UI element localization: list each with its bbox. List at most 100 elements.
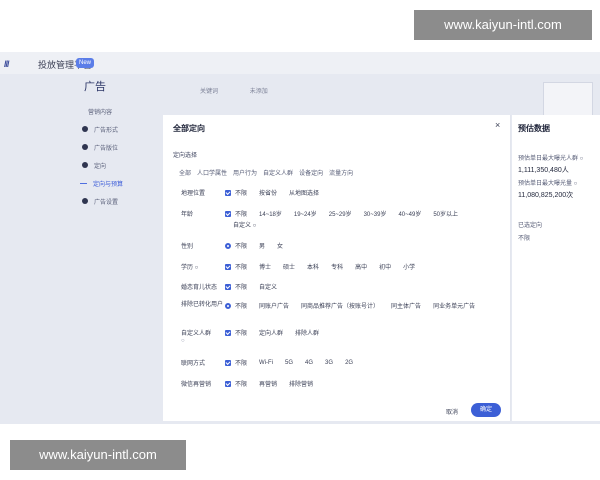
education-doctor[interactable]: 博士: [259, 262, 271, 271]
custom-audience-include[interactable]: 定向人群: [259, 328, 283, 337]
network-4g[interactable]: 4G: [305, 358, 313, 367]
exclude-same-product[interactable]: 同商品推荐广告（按账号计）: [301, 301, 379, 310]
education-college[interactable]: 专科: [331, 262, 343, 271]
background-content: 关键词 未添加: [200, 86, 268, 95]
watermark-top: www.kaiyun-intl.com: [414, 10, 592, 40]
sidebar-item-format[interactable]: 广告形式: [76, 120, 166, 138]
age-40-49[interactable]: 40~49岁: [398, 209, 421, 218]
tab-demographics[interactable]: 人口学属性: [197, 168, 227, 177]
check-dot-icon: [82, 126, 88, 132]
row-label-exclude-converted: 排除已转化用户: [181, 302, 224, 308]
remarketing-exclude[interactable]: 排除营销: [289, 379, 313, 388]
custom-audience-exclude[interactable]: 排除人群: [295, 328, 319, 337]
marital-options: 不限 自定义: [225, 282, 289, 291]
education-unlimited-checkbox[interactable]: 不限: [225, 262, 247, 271]
network-wifi[interactable]: Wi-Fi: [259, 358, 273, 367]
age-unlimited-checkbox[interactable]: 不限: [225, 209, 247, 218]
education-bachelor[interactable]: 本科: [307, 262, 319, 271]
close-icon[interactable]: ×: [495, 120, 500, 130]
top-bar: /// 投放管理平台 New: [0, 52, 600, 74]
radio-selected-icon: [225, 302, 231, 309]
sidebar-item-targeting[interactable]: 定向: [76, 156, 166, 174]
age-50-plus[interactable]: 50岁以上: [433, 209, 458, 218]
estimate-title: 预估数据: [518, 124, 550, 133]
exclude-unlimited-radio[interactable]: 不限: [225, 301, 247, 310]
section-label: 定向选择: [173, 153, 198, 159]
estimate-reach-value: 1,111,350,480人: [518, 167, 569, 174]
targeting-modal: 全部定向 × 定向选择 全部 人口学属性 用户行为 自定义人群 设备定向 流量方…: [163, 115, 511, 421]
screenshot-area: /// 投放管理平台 New 广告 营销内容 广告形式 广告版位 定向 定向与预…: [0, 52, 600, 424]
remarketing-unlimited-checkbox[interactable]: 不限: [225, 379, 247, 388]
age-options: 不限 14~18岁 19~24岁 25~29岁 30~39岁 40~49岁 50…: [225, 209, 470, 218]
education-primary-school[interactable]: 小学: [403, 262, 415, 271]
checkbox-checked-icon: [225, 359, 231, 366]
location-by-province[interactable]: 按省份: [259, 188, 277, 197]
age-30-39[interactable]: 30~39岁: [364, 209, 387, 218]
check-dot-icon: [82, 198, 88, 204]
row-label-marital: 婚恋育儿状态: [181, 285, 218, 291]
active-dash-icon: [80, 182, 87, 184]
education-high-school[interactable]: 高中: [355, 262, 367, 271]
exclude-converted-options: 不限 同账户广告 同商品推荐广告（按账号计） 同主体广告 同业务单元广告: [225, 301, 475, 310]
sidebar-item-placement[interactable]: 广告版位: [76, 138, 166, 156]
gender-female[interactable]: 女: [277, 241, 283, 250]
gender-male[interactable]: 男: [259, 241, 265, 250]
age-25-29[interactable]: 25~29岁: [329, 209, 352, 218]
network-unlimited-checkbox[interactable]: 不限: [225, 358, 247, 367]
gender-unlimited-radio[interactable]: 不限: [225, 241, 247, 250]
row-label-wechat-remarketing: 微信再营销: [181, 382, 212, 388]
custom-audience-options: 不限 定向人群 排除人群: [225, 328, 331, 337]
age-19-24[interactable]: 19~24岁: [294, 209, 317, 218]
sidebar: 广告 营销内容 广告形式 广告版位 定向 定向与预算 广告设置: [76, 78, 166, 210]
estimate-panel: 预估数据 预估单日最大曝光人群 ○ 1,111,350,480人 预估单日最大曝…: [512, 115, 600, 421]
new-badge: New: [76, 58, 95, 68]
age-14-18[interactable]: 14~18岁: [259, 209, 282, 218]
exclude-same-entity[interactable]: 同主体广告: [391, 301, 421, 310]
location-from-map[interactable]: 从地图选择: [289, 188, 319, 197]
row-label-network: 联网方式: [181, 361, 206, 367]
education-middle-school[interactable]: 初中: [379, 262, 391, 271]
row-label-age: 年龄: [181, 212, 194, 218]
checkbox-checked-icon: [225, 189, 231, 196]
tab-traffic[interactable]: 流量方向: [329, 168, 353, 177]
help-icon: ○: [181, 338, 185, 344]
age-custom[interactable]: 自定义 ○: [233, 220, 256, 229]
sidebar-title: 广告: [84, 81, 106, 93]
row-label-custom-audience: 自定义人群: [181, 331, 212, 337]
selected-targeting-value: 不限: [518, 236, 531, 242]
location-unlimited-checkbox[interactable]: 不限: [225, 188, 247, 197]
checkbox-checked-icon: [225, 210, 231, 217]
gender-options: 不限 男 女: [225, 241, 295, 250]
tab-all[interactable]: 全部: [179, 168, 191, 177]
keyword-status: 未添加: [249, 89, 268, 95]
education-master[interactable]: 硕士: [283, 262, 295, 271]
logo-icon: ///: [4, 59, 9, 69]
location-options: 不限 按省份 从地图选择: [225, 188, 331, 197]
radio-selected-icon: [225, 242, 231, 249]
cancel-button[interactable]: 取消: [446, 407, 458, 416]
custom-audience-unlimited-checkbox[interactable]: 不限: [225, 328, 247, 337]
network-3g[interactable]: 3G: [325, 358, 333, 367]
sidebar-item-targeting-budget[interactable]: 定向与预算: [76, 174, 166, 192]
network-5g[interactable]: 5G: [285, 358, 293, 367]
remarketing-include[interactable]: 再营销: [259, 379, 277, 388]
exclude-same-business-unit[interactable]: 同业务单元广告: [433, 301, 475, 310]
network-2g[interactable]: 2G: [345, 358, 353, 367]
checkbox-checked-icon: [225, 329, 231, 336]
sidebar-item-content[interactable]: 营销内容: [76, 102, 166, 120]
tab-custom-audience[interactable]: 自定义人群: [263, 168, 293, 177]
estimate-impressions-label: 预估单日最大曝光量 ○: [518, 181, 578, 187]
network-options: 不限 Wi-Fi 5G 4G 3G 2G: [225, 358, 365, 367]
wechat-remarketing-options: 不限 再营销 排除营销: [225, 379, 325, 388]
check-dot-icon: [82, 144, 88, 150]
tab-behavior[interactable]: 用户行为: [233, 168, 257, 177]
sidebar-item-ad-settings[interactable]: 广告设置: [76, 192, 166, 210]
exclude-same-account[interactable]: 同账户广告: [259, 301, 289, 310]
row-label-gender: 性别: [181, 244, 194, 250]
education-options: 不限 博士 硕士 本科 专科 高中 初中 小学: [225, 262, 427, 271]
tab-device[interactable]: 设备定向: [299, 168, 323, 177]
marital-unlimited-checkbox[interactable]: 不限: [225, 282, 247, 291]
marital-custom[interactable]: 自定义: [259, 282, 277, 291]
targeting-type-tabs: 全部 人口学属性 用户行为 自定义人群 设备定向 流量方向: [179, 168, 353, 177]
confirm-button[interactable]: 确定: [471, 403, 501, 417]
